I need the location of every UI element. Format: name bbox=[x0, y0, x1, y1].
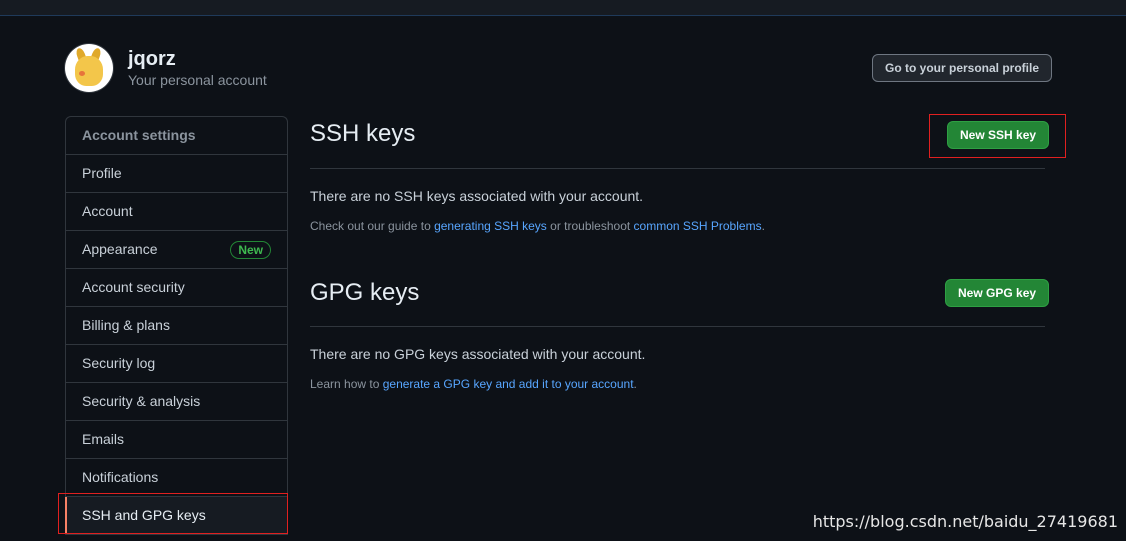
learn-prefix: Learn how to bbox=[310, 377, 383, 391]
sidebar-item-label: Security log bbox=[82, 355, 156, 371]
ssh-divider bbox=[310, 168, 1045, 169]
sidebar-item-security-log[interactable]: Security log bbox=[66, 345, 287, 383]
avatar[interactable] bbox=[65, 44, 113, 92]
sidebar-item-notifications[interactable]: Notifications bbox=[66, 459, 287, 497]
account-subtitle: Your personal account bbox=[128, 72, 267, 88]
sidebar-item-appearance[interactable]: Appearance New bbox=[66, 231, 287, 269]
gpg-keys-title: GPG keys bbox=[310, 279, 420, 306]
sidebar-item-account[interactable]: Account bbox=[66, 193, 287, 231]
guide-prefix: Check out our guide to bbox=[310, 219, 435, 233]
watermark: https://blog.csdn.net/baidu_27419681 bbox=[812, 512, 1118, 531]
gpg-divider bbox=[310, 326, 1045, 327]
sidebar-item-profile[interactable]: Profile bbox=[66, 155, 287, 193]
ssh-empty-text: There are no SSH keys associated with yo… bbox=[310, 188, 644, 204]
account-header: jqorz Your personal account bbox=[65, 44, 267, 92]
common-ssh-problems-link[interactable]: common SSH Problems bbox=[634, 219, 762, 233]
highlight-box-sidebar bbox=[58, 493, 288, 534]
account-name-block: jqorz Your personal account bbox=[128, 47, 267, 89]
sidebar-item-label: Notifications bbox=[82, 469, 159, 485]
generate-gpg-key-link[interactable]: generate a GPG key and add it to your ac… bbox=[383, 377, 634, 391]
sidebar-item-label: Account security bbox=[82, 279, 185, 295]
sidebar-item-label: Appearance bbox=[82, 241, 158, 257]
generating-ssh-keys-link[interactable]: generating SSH keys bbox=[434, 219, 547, 233]
sidebar-header: Account settings bbox=[66, 117, 287, 155]
username[interactable]: jqorz bbox=[128, 47, 267, 71]
sidebar-item-label: Profile bbox=[82, 165, 122, 181]
sidebar-item-label: Account bbox=[82, 203, 133, 219]
settings-sidebar: Account settings Profile Account Appeara… bbox=[65, 116, 288, 535]
sidebar-item-billing[interactable]: Billing & plans bbox=[66, 307, 287, 345]
go-to-profile-button[interactable]: Go to your personal profile bbox=[872, 54, 1053, 82]
sidebar-item-label: Emails bbox=[82, 431, 125, 447]
new-badge: New bbox=[230, 241, 271, 259]
sidebar-item-account-security[interactable]: Account security bbox=[66, 269, 287, 307]
sidebar-item-security-analysis[interactable]: Security & analysis bbox=[66, 383, 287, 421]
guide-middle: or troubleshoot bbox=[546, 219, 634, 233]
sidebar-item-emails[interactable]: Emails bbox=[66, 421, 287, 459]
learn-suffix: . bbox=[633, 377, 637, 391]
new-gpg-key-button[interactable]: New GPG key bbox=[945, 279, 1050, 307]
sidebar-item-label: Security & analysis bbox=[82, 393, 201, 409]
sidebar-item-label: Billing & plans bbox=[82, 317, 170, 333]
ssh-keys-title: SSH keys bbox=[310, 120, 416, 147]
guide-suffix: . bbox=[761, 219, 765, 233]
top-header-bar bbox=[0, 0, 1126, 16]
gpg-learn-note: Learn how to generate a GPG key and add … bbox=[310, 377, 637, 391]
highlight-box-new-ssh bbox=[929, 114, 1066, 158]
ssh-guide-note: Check out our guide to generating SSH ke… bbox=[310, 219, 765, 233]
gpg-empty-text: There are no GPG keys associated with yo… bbox=[310, 346, 646, 362]
